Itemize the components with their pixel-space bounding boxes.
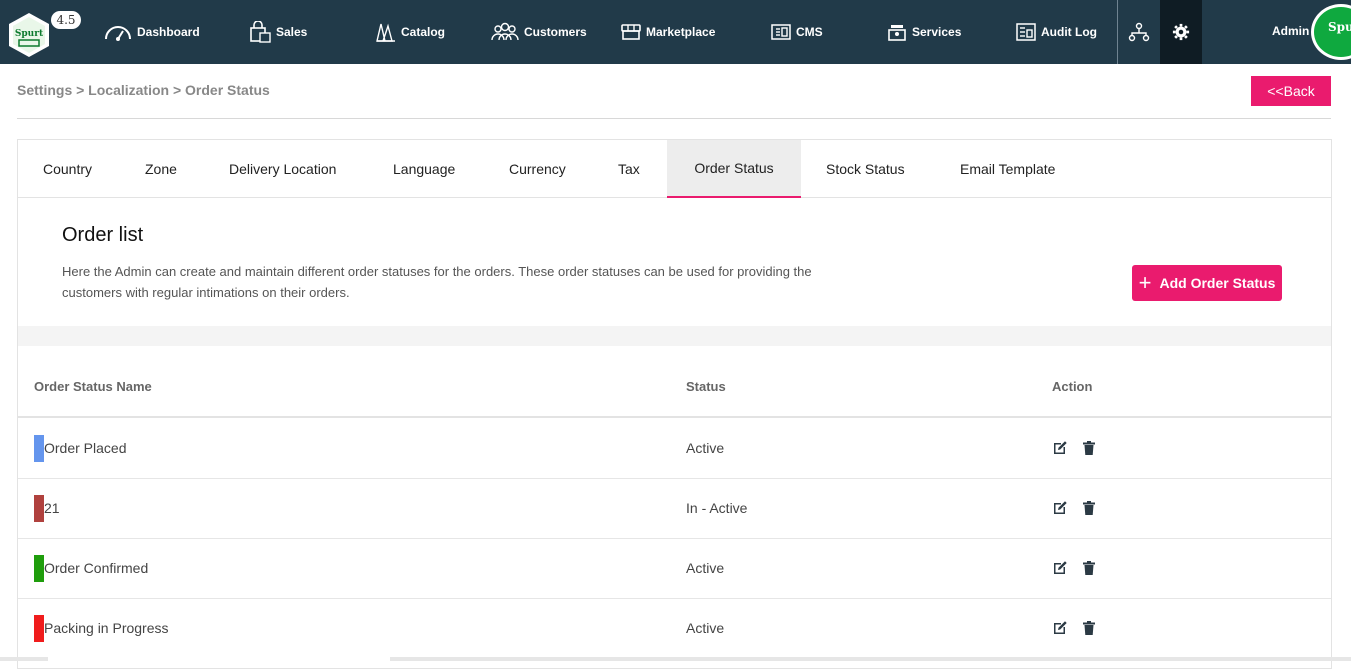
table-header: Order Status Name Status Action: [18, 346, 1331, 418]
tab-tax[interactable]: Tax: [618, 140, 640, 198]
order-status-name: 21: [44, 500, 60, 516]
nav-cms[interactable]: CMS: [770, 0, 823, 64]
avatar[interactable]: Spurt: [1311, 4, 1351, 60]
main-panel: Country Zone Delivery Location Language …: [17, 139, 1332, 669]
status-color-swatch: [34, 495, 44, 522]
edit-icon[interactable]: [1052, 500, 1068, 516]
nav-sales[interactable]: Sales: [248, 0, 307, 64]
nav-label: CMS: [796, 25, 823, 39]
gear-icon: [1172, 23, 1190, 41]
tab-zone[interactable]: Zone: [145, 140, 177, 198]
order-status-name: Packing in Progress: [44, 620, 169, 636]
avatar-text: Spurt: [1328, 20, 1351, 34]
trash-icon[interactable]: [1081, 440, 1097, 456]
trash-icon[interactable]: [1081, 500, 1097, 516]
column-header-status[interactable]: Status: [686, 379, 726, 394]
nav-marketplace[interactable]: Marketplace: [620, 0, 715, 64]
status-text: Active: [686, 440, 725, 456]
divider: [17, 118, 1331, 119]
add-order-status-button[interactable]: + Add Order Status: [1132, 265, 1282, 301]
tab-language[interactable]: Language: [393, 140, 455, 198]
status-color-swatch: [34, 555, 44, 582]
table-row: Packing in Progress Active: [18, 599, 1331, 659]
cms-icon: [771, 24, 791, 40]
tab-delivery-location[interactable]: Delivery Location: [229, 140, 336, 198]
logo-text: Spurt: [15, 29, 44, 39]
status-color-swatch: [34, 615, 44, 642]
org-chart-button[interactable]: [1118, 0, 1160, 64]
shopping-bag-icon: [250, 21, 271, 43]
tab-email-template[interactable]: Email Template: [960, 140, 1055, 198]
nav-label: Services: [912, 25, 962, 39]
nav-label: Sales: [276, 25, 308, 39]
breadcrumb: Settings > Localization > Order Status: [17, 82, 270, 98]
table-row: Order Confirmed Active: [18, 539, 1331, 599]
nav-services[interactable]: Services: [886, 0, 961, 64]
top-nav-bar: Spurt 4.5 Dashboard Sales Catalog Custom…: [0, 0, 1351, 64]
settings-button[interactable]: [1160, 0, 1202, 64]
status-text: In - Active: [686, 500, 748, 516]
nav-label: Marketplace: [646, 25, 716, 39]
scrollbar-thumb[interactable]: [48, 657, 390, 661]
store-icon: [621, 24, 641, 40]
audit-log-icon: [1016, 23, 1036, 41]
tab-order-status[interactable]: Order Status: [667, 140, 801, 198]
nav-audit-log[interactable]: Audit Log: [1015, 0, 1097, 64]
nav-label: Audit Log: [1041, 25, 1097, 39]
section-gap: [18, 326, 1331, 346]
column-header-action: Action: [1052, 379, 1093, 394]
description-line: Here the Admin can create and maintain d…: [62, 264, 812, 279]
plus-icon: +: [1138, 270, 1152, 295]
catalog-icon: [376, 23, 395, 42]
page-title: Order list: [62, 224, 144, 246]
status-color-swatch: [34, 435, 44, 462]
users-icon: [491, 22, 519, 41]
spurt-logo[interactable]: Spurt: [8, 12, 50, 58]
table-row: Order Placed Active: [18, 419, 1331, 479]
trash-icon[interactable]: [1081, 620, 1097, 636]
tab-country[interactable]: Country: [43, 140, 92, 198]
back-button[interactable]: <<Back: [1251, 76, 1331, 106]
settings-tabs: Country Zone Delivery Location Language …: [18, 140, 1331, 198]
column-header-name[interactable]: Order Status Name: [34, 379, 152, 394]
description-line: customers with regular intimations on th…: [62, 285, 350, 300]
edit-icon[interactable]: [1052, 560, 1068, 576]
status-text: Active: [686, 620, 725, 636]
nav-label: Customers: [524, 25, 587, 39]
table-row: 21 In - Active: [18, 479, 1331, 539]
services-icon: [888, 25, 906, 41]
order-status-name: Order Confirmed: [44, 560, 149, 576]
edit-icon[interactable]: [1052, 620, 1068, 636]
trash-icon[interactable]: [1081, 560, 1097, 576]
tab-currency[interactable]: Currency: [509, 140, 566, 198]
speedometer-icon: [105, 26, 131, 41]
status-text: Active: [686, 560, 725, 576]
nav-customers[interactable]: Customers: [490, 0, 587, 64]
page-description: Here the Admin can create and maintain d…: [62, 261, 902, 303]
tab-stock-status[interactable]: Stock Status: [826, 140, 905, 198]
order-status-name: Order Placed: [44, 440, 127, 456]
edit-icon[interactable]: [1052, 440, 1068, 456]
section-header: Order list Here the Admin can create and…: [18, 198, 1331, 326]
nav-catalog[interactable]: Catalog: [375, 0, 445, 64]
nav-label: Catalog: [401, 25, 446, 39]
nav-label: Dashboard: [137, 25, 200, 39]
add-button-label: Add Order Status: [1159, 275, 1276, 291]
version-badge: 4.5: [51, 11, 81, 29]
nav-dashboard[interactable]: Dashboard: [103, 0, 200, 64]
admin-label[interactable]: Admin: [1272, 24, 1309, 38]
hierarchy-icon: [1128, 22, 1150, 42]
